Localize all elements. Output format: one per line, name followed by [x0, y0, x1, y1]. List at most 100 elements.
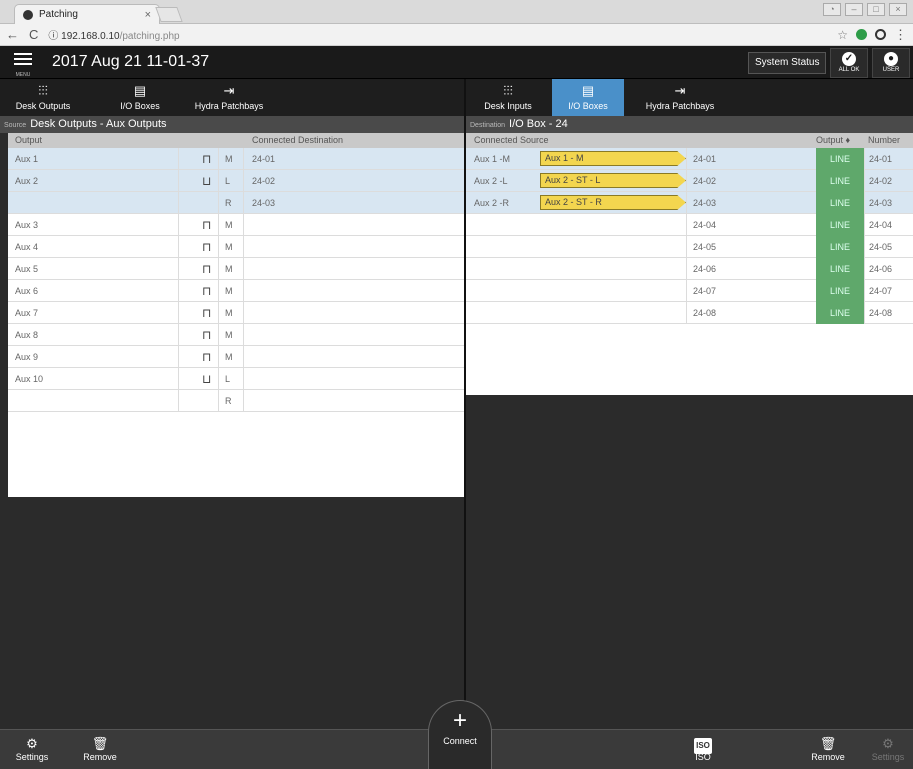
destination-port: 24-03 [686, 192, 816, 214]
icon-cell [178, 368, 218, 390]
output-level-badge[interactable]: LINE [816, 258, 864, 280]
close-window-icon[interactable]: × [889, 3, 907, 16]
port-number: 24-02 [864, 170, 913, 192]
new-tab-button[interactable] [155, 7, 183, 22]
tab-desk-outputs[interactable]: ⫶⫶⫶ Desk Outputs [8, 79, 78, 116]
bookmark-star-icon[interactable]: ☆ [837, 28, 848, 42]
source-row[interactable]: Aux 8 ⊓ M [8, 324, 464, 346]
destination-row[interactable]: Aux 2 -R 24-03 LINE 24-03 Aux 2 - ST - R [466, 192, 913, 214]
mono-icon: ⊓ [202, 350, 212, 364]
close-tab-icon[interactable]: × [145, 9, 151, 21]
mono-icon: ⊓ [202, 262, 212, 276]
system-status-button[interactable]: System Status [748, 52, 827, 74]
extension-check-icon[interactable] [856, 29, 867, 40]
tab-hydra-patchbays[interactable]: ⇥ Hydra Patchbays [186, 79, 272, 116]
settings-button[interactable]: ⚙ Settings [12, 736, 52, 762]
favicon-icon [23, 9, 33, 20]
connected-source [474, 214, 686, 236]
remove-right-button[interactable]: 🗑 Remove [806, 736, 850, 762]
io-box-icon: ▤ [581, 83, 595, 98]
browser-menu-icon[interactable]: ⋮ [894, 27, 907, 43]
icon-cell [178, 258, 218, 280]
destination-row[interactable]: 24-04 LINE 24-04 [466, 214, 913, 236]
source-row[interactable]: Aux 4 ⊓ M [8, 236, 464, 258]
source-row[interactable]: Aux 3 ⊓ M [8, 214, 464, 236]
icon-cell [178, 148, 218, 170]
app-header: MENU 2017 Aug 21 11-01-37 System Status … [0, 46, 913, 79]
destination-row[interactable]: 24-07 LINE 24-07 [466, 280, 913, 302]
source-row[interactable]: Aux 10 ⊔ L [8, 368, 464, 390]
icon-cell [178, 192, 218, 214]
destination-row[interactable]: 24-08 LINE 24-08 [466, 302, 913, 324]
output-level-badge[interactable]: LINE [816, 148, 864, 170]
datetime: 2017 Aug 21 11-01-37 [52, 53, 210, 70]
patch-source-tag[interactable]: Aux 2 - ST - R [540, 195, 686, 210]
menu-button[interactable]: MENU [6, 50, 40, 78]
output-level-badge[interactable]: LINE [816, 280, 864, 302]
connected-source [474, 236, 686, 258]
connected-source [474, 302, 686, 324]
output-level-badge[interactable]: LINE [816, 302, 864, 324]
port-number: 24-03 [864, 192, 913, 214]
source-row[interactable]: Aux 6 ⊓ M [8, 280, 464, 302]
back-icon[interactable]: ← [6, 27, 19, 42]
channel-label: M [218, 236, 244, 258]
extensions: ☆ ⋮ [837, 27, 907, 43]
fader-icon: ⫶⫶⫶ [38, 83, 48, 98]
source-row[interactable]: Aux 2 ⊔ L 24-02 [8, 170, 464, 192]
destination-row[interactable]: 24-05 LINE 24-05 [466, 236, 913, 258]
output-name: Aux 5 [15, 264, 39, 274]
output-name: Aux 1 [15, 154, 39, 164]
channel-label: R [218, 192, 244, 214]
browser-tab[interactable]: Patching × [14, 4, 160, 24]
destination-row[interactable]: Aux 1 -M 24-01 LINE 24-01 Aux 1 - M [466, 148, 913, 170]
channel-label: L [218, 170, 244, 192]
source-table: Output Connected Destination Aux 1 ⊓ M 24-0… [8, 133, 464, 497]
destination-port: 24-06 [686, 258, 816, 280]
trash-icon: 🗑 [91, 736, 109, 751]
output-level-badge[interactable]: LINE [816, 192, 864, 214]
source-row[interactable]: R 24-03 [8, 192, 464, 214]
iso-button[interactable]: ISO ISO [688, 736, 718, 762]
connected-destination: 24-01 [252, 154, 276, 164]
port-number: 24-07 [864, 280, 913, 302]
source-row[interactable]: Aux 5 ⊓ M [8, 258, 464, 280]
channel-label: M [218, 148, 244, 170]
all-ok-button[interactable]: ✓ ALL OK [830, 48, 868, 78]
minimize-icon[interactable]: – [845, 3, 863, 16]
source-row[interactable]: Aux 9 ⊓ M [8, 346, 464, 368]
patch-source-tag[interactable]: Aux 2 - ST - L [540, 173, 686, 188]
destination-row[interactable]: 24-06 LINE 24-06 [466, 258, 913, 280]
destination-row[interactable]: Aux 2 -L 24-02 LINE 24-02 Aux 2 - ST - L [466, 170, 913, 192]
tab-desk-inputs[interactable]: ⫶⫶⫶ Desk Inputs [478, 79, 538, 116]
connect-button[interactable]: + Connect [428, 700, 492, 769]
reload-icon[interactable]: C [29, 27, 38, 42]
destination-port: 24-08 [686, 302, 816, 324]
tab-hydra-patchbays-right[interactable]: ⇥ Hydra Patchbays [638, 79, 722, 116]
icon-cell [178, 346, 218, 368]
source-row[interactable]: Aux 1 ⊓ M 24-01 [8, 148, 464, 170]
output-level-badge[interactable]: LINE [816, 170, 864, 192]
maximize-icon[interactable]: □ [867, 3, 885, 16]
output-level-badge[interactable]: LINE [816, 236, 864, 258]
mono-icon: ⊓ [202, 218, 212, 232]
destination-context: Destination I/O Box - 24 [466, 116, 913, 133]
extension-ring-icon[interactable] [875, 29, 886, 40]
source-row[interactable]: R [8, 390, 464, 412]
tab-io-boxes[interactable]: ▤ I/O Boxes [108, 79, 172, 116]
user-button[interactable]: ● USER [872, 48, 910, 78]
output-level-badge[interactable]: LINE [816, 214, 864, 236]
person-icon[interactable]: ◔ [823, 3, 841, 16]
port-number: 24-08 [864, 302, 913, 324]
channel-label: R [218, 390, 244, 412]
settings-right-button[interactable]: ⚙ Settings [868, 736, 908, 762]
url-field[interactable]: ⓘ 192.168.0.10/patching.php [48, 27, 827, 42]
remove-button[interactable]: 🗑 Remove [78, 736, 122, 762]
icon-cell [178, 302, 218, 324]
tab-io-boxes-active[interactable]: ▤ I/O Boxes [552, 79, 624, 116]
patch-source-tag[interactable]: Aux 1 - M [540, 151, 686, 166]
destination-tabs: ⫶⫶⫶ Desk Inputs ▤ I/O Boxes ⇥ Hydra Patc… [466, 79, 913, 116]
source-row[interactable]: Aux 7 ⊓ M [8, 302, 464, 324]
fader-icon: ⫶⫶⫶ [503, 83, 513, 98]
output-name: Aux 9 [15, 352, 39, 362]
